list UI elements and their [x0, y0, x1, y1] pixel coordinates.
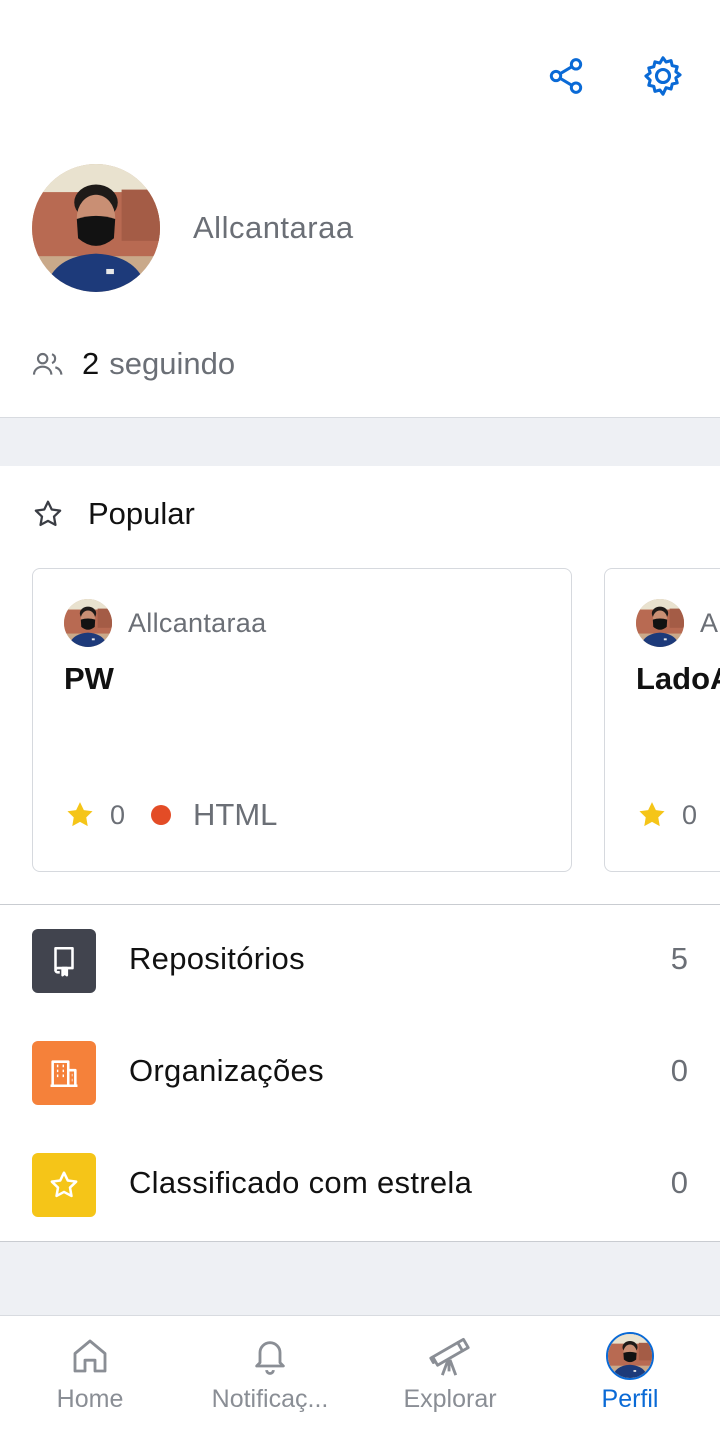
star-icon: [32, 1153, 96, 1217]
popular-section: Popular Allcantaraa PW 0 HTML Allcantara…: [0, 466, 720, 904]
repo-name: PW: [64, 661, 114, 696]
repo-icon: [32, 929, 96, 993]
language-color-dot: [151, 805, 172, 825]
menu-label: Repositórios: [129, 941, 305, 976]
avatar: [636, 599, 684, 647]
star-outline-icon: [34, 500, 62, 527]
share-button[interactable]: [538, 48, 594, 104]
menu-label: Classificado com estrela: [129, 1165, 473, 1200]
menu-item-repositories[interactable]: Repositórios 5: [0, 905, 720, 1017]
top-bar: [0, 0, 720, 130]
tab-label: Perfil: [601, 1385, 659, 1413]
menu-count: 5: [670, 941, 688, 976]
settings-button[interactable]: [635, 48, 691, 104]
following-count: 2: [82, 346, 100, 381]
repo-meta: 0: [636, 795, 697, 835]
following-label: seguindo: [109, 346, 236, 381]
repo-name: LadoA: [636, 661, 720, 696]
repo-owner: Allcantaraa: [128, 607, 267, 638]
popular-title: Popular: [88, 496, 195, 531]
star-icon: [639, 802, 665, 827]
gear-icon: [644, 56, 682, 96]
repo-owner: Allcantaraa: [700, 607, 720, 638]
tab-notifications[interactable]: Notificaç...: [180, 1316, 360, 1429]
repo-card[interactable]: Allcantaraa LadoA 0: [604, 568, 720, 872]
bell-icon: [246, 1332, 294, 1380]
menu-count: 0: [670, 1053, 688, 1088]
tab-profile[interactable]: Perfil: [540, 1316, 720, 1429]
tab-label: Explorar: [403, 1385, 497, 1413]
repo-stars: 0: [682, 799, 698, 830]
menu-item-organizations[interactable]: Organizações 0: [0, 1017, 720, 1129]
organization-icon: [32, 1041, 96, 1105]
repo-meta: 0 HTML: [64, 795, 277, 835]
star-icon: [67, 802, 93, 827]
following-link[interactable]: 2 seguindo: [32, 342, 235, 386]
telescope-icon: [426, 1332, 474, 1380]
people-icon: [32, 352, 63, 375]
avatar[interactable]: [32, 164, 160, 292]
bottom-tab-bar: Home Notificaç... Explorar Perfil: [0, 1315, 720, 1429]
repo-language: HTML: [193, 797, 278, 832]
avatar: [64, 599, 112, 647]
tab-home[interactable]: Home: [0, 1316, 180, 1429]
tab-label: Home: [56, 1385, 124, 1413]
profile-username: Allcantaraa: [193, 210, 354, 245]
home-icon: [66, 1332, 114, 1380]
share-icon: [549, 58, 583, 94]
avatar: [606, 1332, 654, 1380]
repo-owner-row: Allcantaraa: [636, 599, 720, 647]
profile-menu: Repositórios 5 Organizações 0 Classifica…: [0, 904, 720, 1242]
menu-count: 0: [670, 1165, 688, 1200]
menu-item-starred[interactable]: Classificado com estrela 0: [0, 1129, 720, 1241]
tab-explore[interactable]: Explorar: [360, 1316, 540, 1429]
menu-label: Organizações: [129, 1053, 324, 1088]
tab-label: Notificaç...: [211, 1385, 329, 1413]
popular-header: Popular: [32, 494, 195, 534]
repo-stars: 0: [110, 799, 126, 830]
repo-owner-row: Allcantaraa: [64, 599, 266, 647]
profile-section: Allcantaraa 2 seguindo: [0, 130, 720, 418]
repo-card[interactable]: Allcantaraa PW 0 HTML: [32, 568, 572, 872]
